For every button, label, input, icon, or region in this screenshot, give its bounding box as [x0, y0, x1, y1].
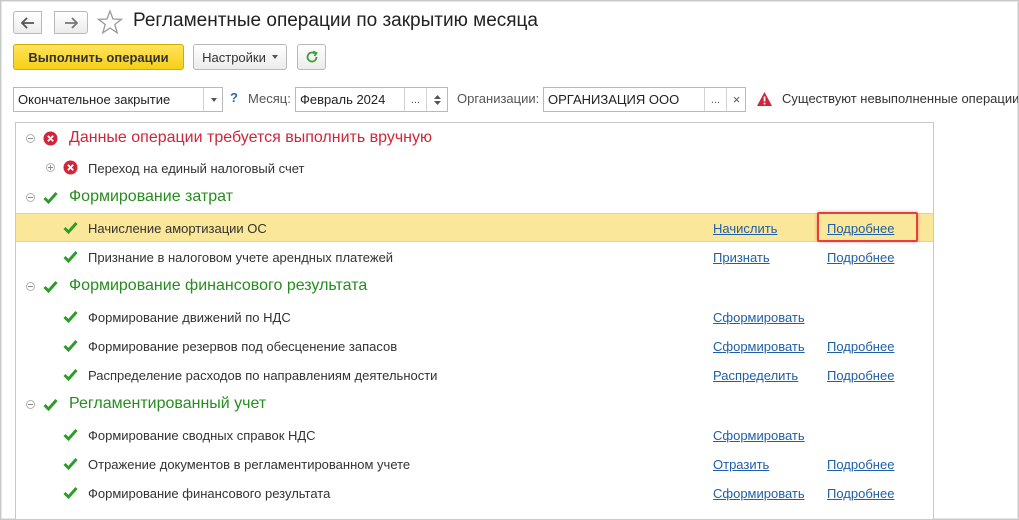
organization-select-button[interactable]: ...	[704, 88, 726, 111]
action-link[interactable]: Сформировать	[713, 339, 805, 354]
list-item[interactable]: Формирование финансового результата Сфор…	[16, 478, 933, 507]
check-icon	[63, 311, 78, 324]
action-link[interactable]: Признать	[713, 250, 770, 265]
chevron-down-icon	[271, 55, 278, 59]
list-item[interactable]: Отражение документов в регламентированно…	[16, 449, 933, 478]
list-item-selected[interactable]: Начисление амортизации ОС Начислить Подр…	[16, 213, 933, 242]
check-icon	[43, 399, 58, 412]
group-title: Регламентированный учет	[69, 395, 267, 412]
forward-button[interactable]	[54, 11, 88, 34]
list-item[interactable]: Переход на единый налоговый счет	[16, 153, 933, 182]
item-label: Отражение документов в регламентированно…	[88, 457, 411, 472]
collapse-toggle[interactable]	[26, 282, 35, 291]
group-title: Формирование финансового результата	[69, 277, 368, 294]
star-icon[interactable]	[97, 9, 123, 35]
chevron-down-icon[interactable]	[434, 100, 441, 105]
list-item[interactable]: Распределение расходов по направлениям д…	[16, 360, 933, 389]
group-row-costs[interactable]: Формирование затрат	[16, 183, 933, 212]
settings-button[interactable]: Настройки	[193, 44, 287, 70]
list-item[interactable]: Признание в налоговом учете арендных пла…	[16, 242, 933, 271]
details-link[interactable]: Подробнее	[827, 486, 894, 501]
back-button[interactable]	[13, 11, 42, 34]
check-icon	[63, 458, 78, 471]
month-value: Февраль 2024	[300, 92, 386, 107]
help-link[interactable]: ?	[230, 90, 238, 105]
details-link[interactable]: Подробнее	[827, 368, 894, 383]
organization-value: ОРГАНИЗАЦИЯ ООО	[548, 92, 680, 107]
details-link[interactable]: Подробнее	[827, 457, 894, 472]
group-title: Формирование затрат	[69, 188, 234, 205]
operations-list: Данные операции требуется выполнить вруч…	[15, 122, 934, 519]
warning-icon	[757, 92, 772, 106]
page-title: Регламентные операции по закрытию месяца	[133, 10, 538, 31]
collapse-toggle[interactable]	[26, 193, 35, 202]
check-icon	[63, 369, 78, 382]
action-link[interactable]: Отразить	[713, 457, 769, 472]
error-icon	[63, 160, 78, 175]
list-item[interactable]: Формирование резервов под обесценение за…	[16, 331, 933, 360]
group-row-financial-result[interactable]: Формирование финансового результата	[16, 272, 933, 301]
closing-mode-value: Окончательное закрытие	[18, 92, 171, 107]
organization-input[interactable]: ОРГАНИЗАЦИЯ ООО ... ×	[543, 87, 746, 112]
item-label: Формирование сводных справок НДС	[88, 428, 316, 443]
check-icon	[63, 222, 78, 235]
main-window: Регламентные операции по закрытию месяца…	[0, 0, 1019, 520]
chevron-down-icon	[210, 97, 217, 102]
group-row-manual[interactable]: Данные операции требуется выполнить вруч…	[16, 124, 933, 153]
refresh-button[interactable]	[297, 44, 326, 70]
item-label: Формирование движений по НДС	[88, 310, 291, 325]
collapse-toggle[interactable]	[26, 400, 35, 409]
item-label: Начисление амортизации ОС	[88, 221, 267, 236]
check-icon	[43, 281, 58, 294]
expand-toggle[interactable]	[46, 163, 55, 172]
check-icon	[63, 429, 78, 442]
closing-mode-select[interactable]: Окончательное закрытие	[13, 87, 223, 112]
run-operations-label: Выполнить операции	[28, 49, 169, 65]
month-select-button[interactable]: ...	[404, 88, 426, 111]
chevron-up-icon[interactable]	[434, 94, 441, 99]
check-icon	[63, 251, 78, 264]
action-link[interactable]: Сформировать	[713, 310, 805, 325]
item-label: Формирование финансового результата	[88, 486, 331, 501]
action-link[interactable]: Распределить	[713, 368, 798, 383]
organization-clear-button[interactable]: ×	[726, 88, 746, 111]
back-arrow-icon	[20, 16, 34, 29]
highlight-frame	[817, 212, 918, 242]
refresh-icon	[306, 50, 318, 63]
month-label: Месяц:	[248, 91, 291, 106]
list-item[interactable]: Формирование движений по НДС Сформироват…	[16, 302, 933, 331]
item-label: Формирование резервов под обесценение за…	[88, 339, 398, 354]
settings-label: Настройки	[202, 49, 266, 65]
action-link[interactable]: Сформировать	[713, 486, 805, 501]
run-operations-button[interactable]: Выполнить операции	[13, 44, 184, 70]
check-icon	[63, 487, 78, 500]
warning-text: Существуют невыполненные операции	[782, 91, 1019, 106]
mode-dropdown-button[interactable]	[203, 88, 223, 111]
check-icon	[43, 192, 58, 205]
collapse-toggle[interactable]	[26, 134, 35, 143]
group-row-regulated[interactable]: Регламентированный учет	[16, 390, 933, 419]
item-label: Признание в налоговом учете арендных пла…	[88, 250, 394, 265]
forward-arrow-icon	[65, 16, 78, 29]
item-label: Переход на единый налоговый счет	[88, 161, 305, 176]
item-label: Распределение расходов по направлениям д…	[88, 368, 438, 383]
list-item[interactable]: Формирование сводных справок НДС Сформир…	[16, 420, 933, 449]
action-link[interactable]: Начислить	[713, 221, 777, 236]
details-link[interactable]: Подробнее	[827, 250, 894, 265]
error-icon	[43, 131, 58, 146]
month-stepper[interactable]	[426, 88, 448, 111]
action-link[interactable]: Сформировать	[713, 428, 805, 443]
details-link[interactable]: Подробнее	[827, 339, 894, 354]
month-input[interactable]: Февраль 2024 ...	[295, 87, 448, 112]
check-icon	[63, 340, 78, 353]
group-title: Данные операции требуется выполнить вруч…	[69, 129, 433, 146]
organization-label: Организации:	[457, 91, 540, 106]
